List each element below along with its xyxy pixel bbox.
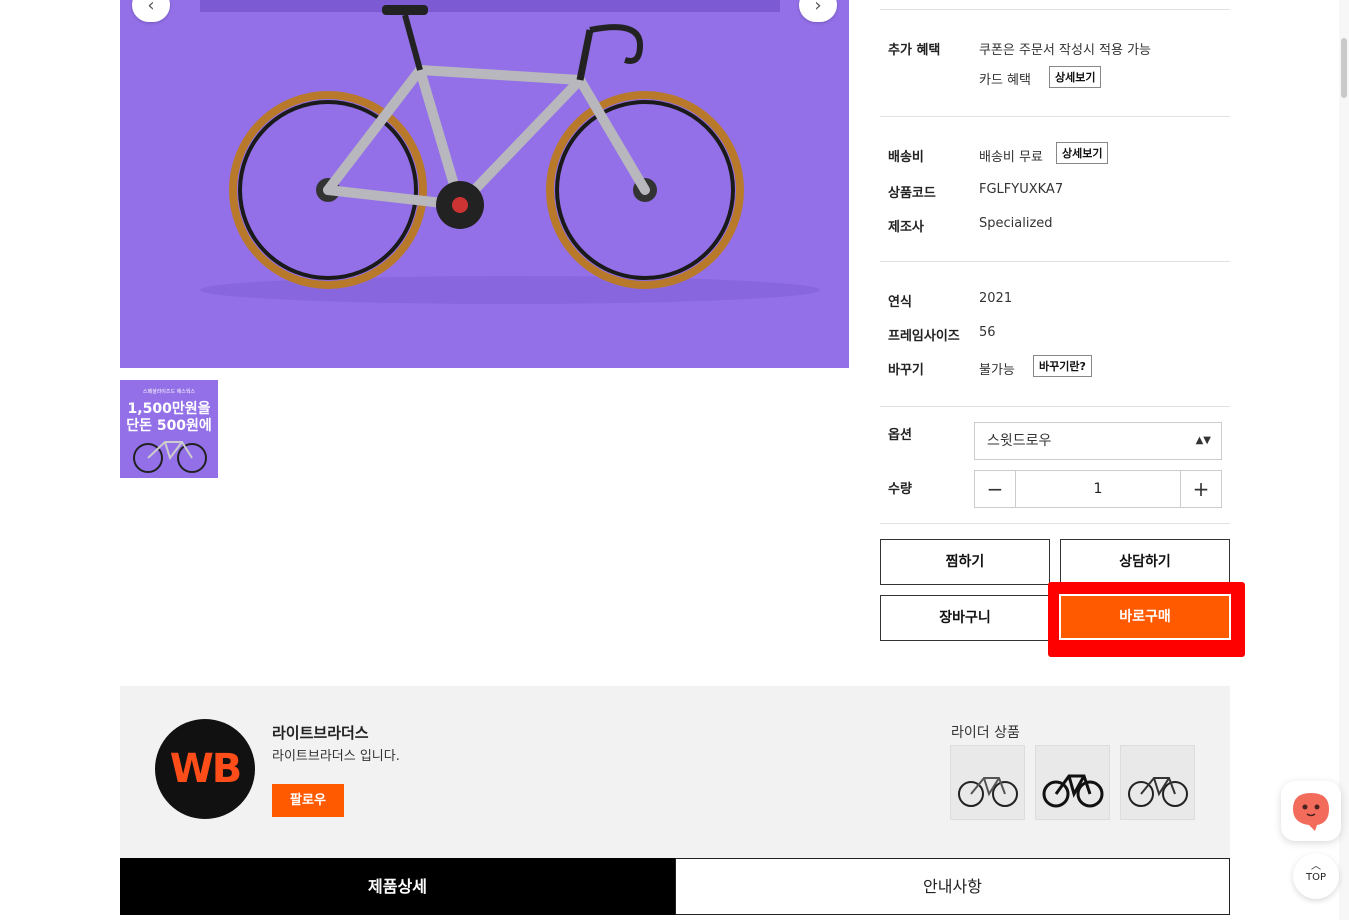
year-value: 2021 xyxy=(979,291,1013,306)
option-select[interactable]: 스윗드로우 ▲▼ xyxy=(974,422,1222,460)
shipping-detail-button[interactable]: 상세보기 xyxy=(1056,142,1109,164)
card-benefit-text: 카드 혜택 xyxy=(979,73,1031,88)
frame-size-value: 56 xyxy=(979,325,996,340)
seller-description: 라이트브라더스 입니다. xyxy=(272,749,400,764)
exchange-value: 불가능 xyxy=(979,363,1015,378)
tab-notice[interactable]: 안내사항 xyxy=(675,858,1230,915)
divider xyxy=(880,406,1230,407)
thumbnail-caption: 스페셜라이즈드 에스웍스 xyxy=(142,389,196,395)
option-label: 옵션 xyxy=(888,428,912,443)
benefit-label: 추가 혜택 xyxy=(888,43,941,58)
rider-product-item[interactable] xyxy=(1035,745,1110,820)
shipping-value: 배송비 무료 xyxy=(979,150,1043,165)
divider xyxy=(880,116,1230,117)
product-main-image xyxy=(120,0,849,368)
coupon-text: 쿠폰은 주문서 작성시 적용 가능 xyxy=(979,43,1152,58)
chevron-right-icon: › xyxy=(814,0,822,16)
frame-size-label: 프레임사이즈 xyxy=(888,329,960,344)
chevron-up-icon: ︿ xyxy=(1311,861,1321,872)
buy-now-button[interactable]: 바로구매 xyxy=(1059,594,1231,640)
quantity-label: 수량 xyxy=(888,482,912,497)
rider-product-item[interactable] xyxy=(1120,745,1195,820)
bicycle-illustration xyxy=(200,5,820,304)
consult-button[interactable]: 상담하기 xyxy=(1060,539,1230,585)
thumbnail-bike-icon xyxy=(133,441,207,473)
exchange-label: 바꾸기 xyxy=(888,363,924,378)
quantity-input[interactable]: 1 xyxy=(1016,471,1180,507)
bicycle-icon xyxy=(1042,774,1104,808)
chat-button[interactable] xyxy=(1281,781,1341,841)
select-caret-icon: ▲▼ xyxy=(1195,435,1211,446)
product-thumbnail[interactable]: 스페셜라이즈드 에스웍스 1,500만원을 단돈 500원에 xyxy=(120,380,218,478)
product-code-value: FGLFYUXKA7 xyxy=(979,182,1064,197)
maker-label: 제조사 xyxy=(888,220,924,235)
maker-value: Specialized xyxy=(979,216,1053,231)
rider-product-item[interactable] xyxy=(950,745,1025,820)
quantity-decrease-button[interactable]: − xyxy=(975,471,1016,507)
divider xyxy=(880,523,1230,524)
chat-bot-icon xyxy=(1293,793,1329,831)
shipping-label: 배송비 xyxy=(888,150,924,165)
option-selected-value: 스윗드로우 xyxy=(987,433,1052,449)
tab-product-detail[interactable]: 제품상세 xyxy=(120,858,675,915)
quantity-increase-button[interactable]: + xyxy=(1180,471,1221,507)
cart-button[interactable]: 장바구니 xyxy=(880,595,1050,641)
seller-avatar[interactable]: WB xyxy=(155,719,255,819)
bicycle-icon xyxy=(958,777,1018,807)
exchange-info-button[interactable]: 바꾸기란? xyxy=(1033,355,1092,377)
scroll-top-button[interactable]: ︿ TOP xyxy=(1293,853,1339,899)
chevron-left-icon: ‹ xyxy=(147,0,155,16)
follow-button[interactable]: 팔로우 xyxy=(272,784,344,817)
rider-products-title: 라이더 상품 xyxy=(951,725,1020,741)
card-detail-button[interactable]: 상세보기 xyxy=(1049,66,1102,88)
bicycle-icon xyxy=(1128,777,1188,807)
divider xyxy=(880,261,1230,262)
quantity-stepper: − 1 + xyxy=(974,470,1222,508)
wishlist-button[interactable]: 찜하기 xyxy=(880,539,1050,585)
scrollbar-thumb[interactable] xyxy=(1341,38,1347,98)
seller-name[interactable]: 라이트브라더스 xyxy=(272,722,369,743)
divider xyxy=(880,9,1230,10)
year-label: 연식 xyxy=(888,295,912,310)
product-code-label: 상품코드 xyxy=(888,186,936,201)
thumbnail-headline-2: 단돈 500원에 xyxy=(126,418,212,434)
top-label: TOP xyxy=(1305,872,1326,883)
